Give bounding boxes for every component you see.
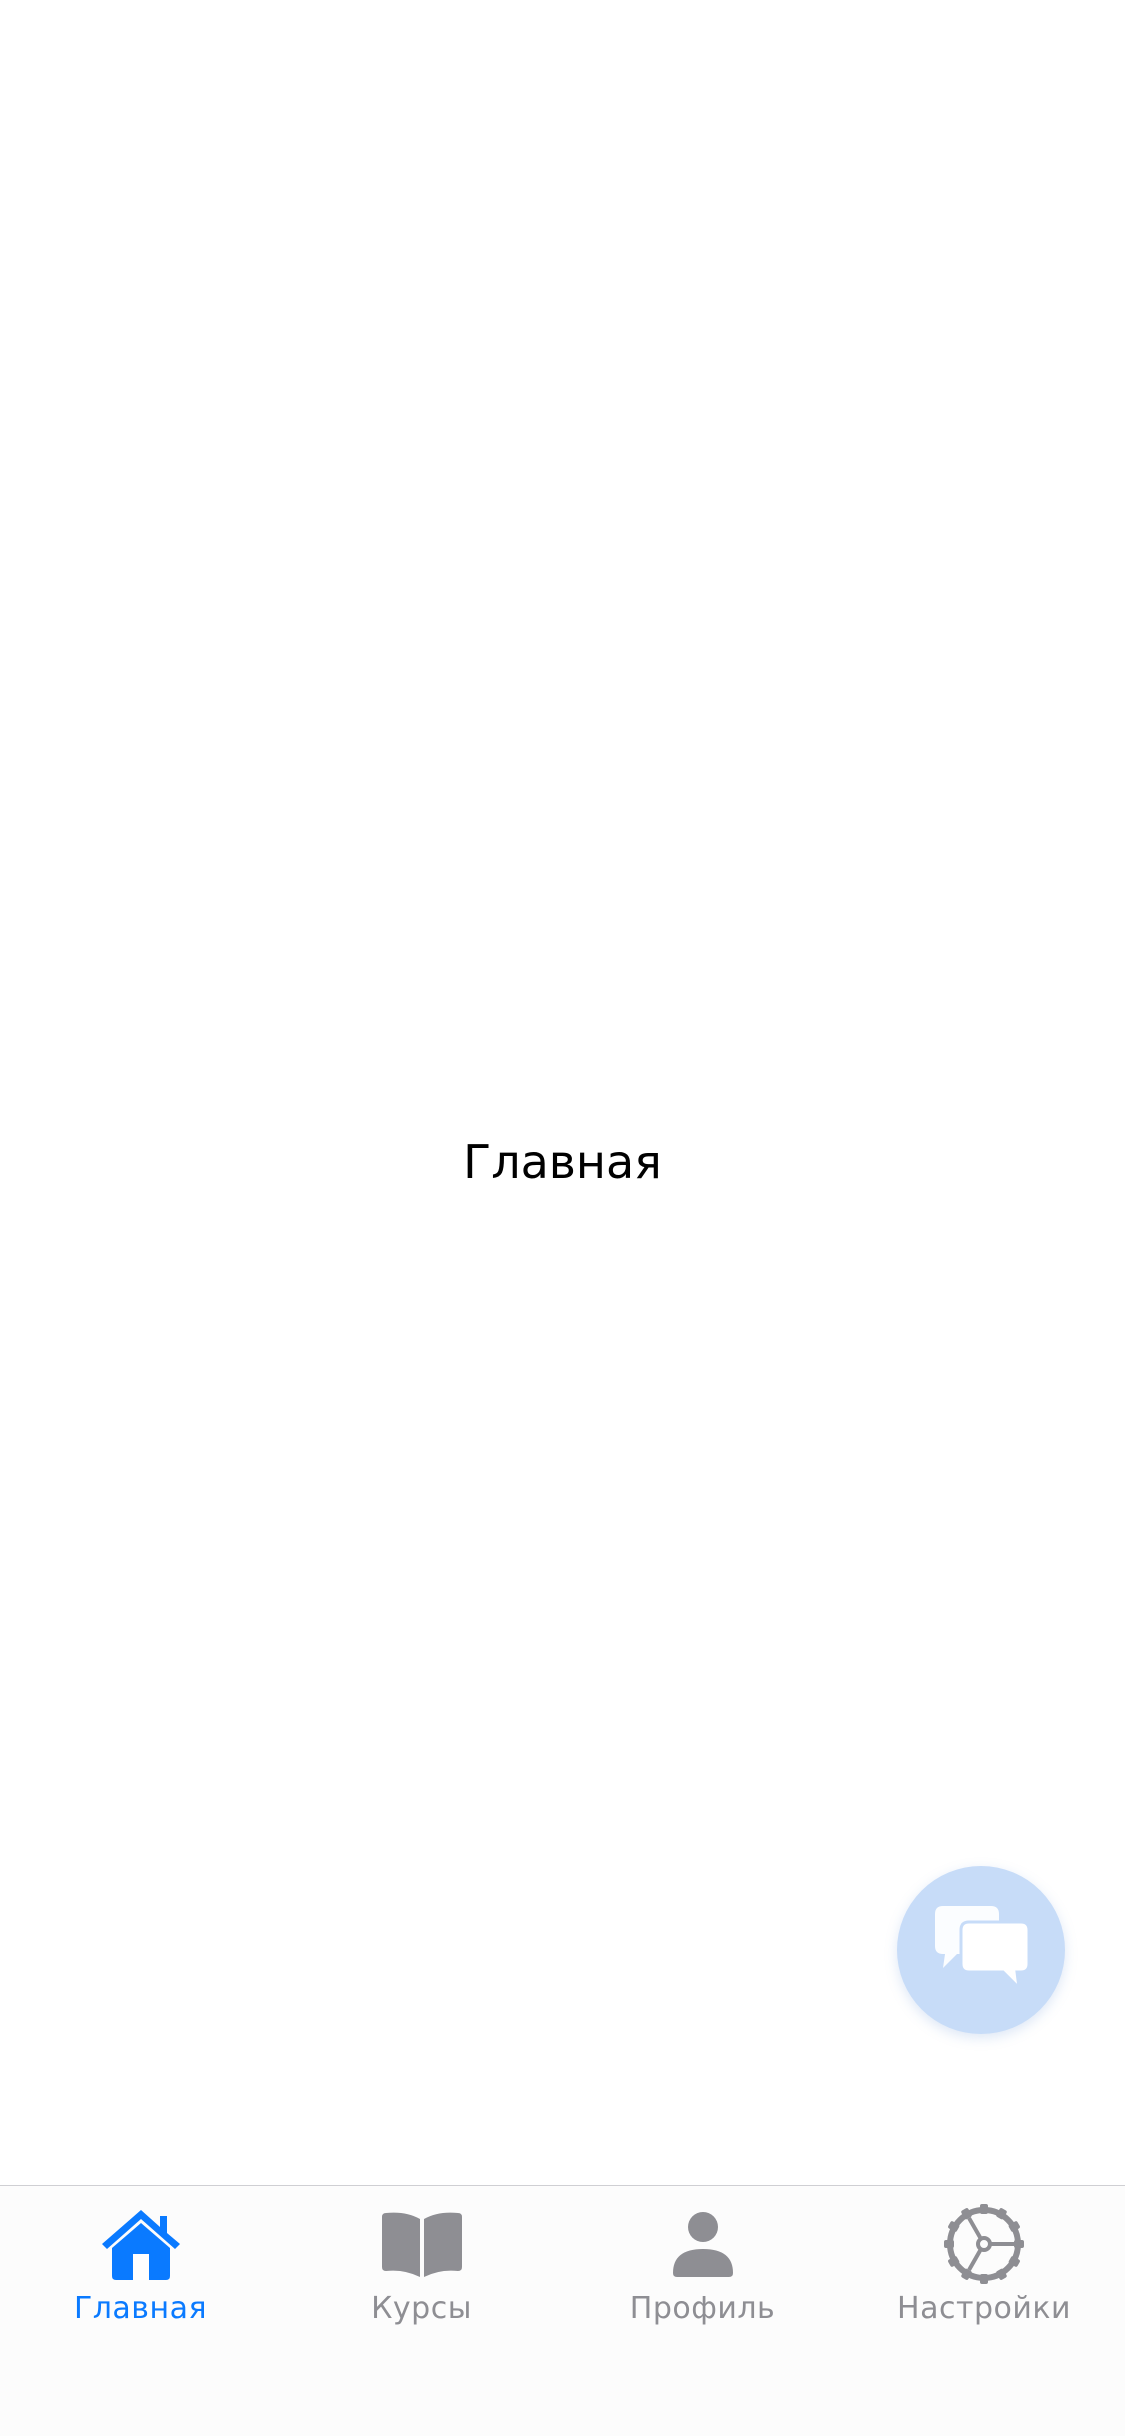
tab-home-label: Главная <box>73 2291 208 2326</box>
tab-profile[interactable]: Профиль <box>562 2186 843 2346</box>
book-icon <box>377 2204 467 2284</box>
tab-profile-label: Профиль <box>629 2291 776 2326</box>
tab-bar: Главная Курсы Профиль Настройки <box>0 2185 1125 2436</box>
tab-courses[interactable]: Курсы <box>281 2186 562 2346</box>
page-title: Главная <box>463 1135 662 1189</box>
home-screen: Главная Главная Курсы Профиль Настройки <box>0 0 1125 2436</box>
gear-icon <box>939 2204 1029 2284</box>
person-icon <box>658 2204 748 2284</box>
tab-settings[interactable]: Настройки <box>843 2186 1125 2346</box>
chat-bubbles-icon <box>927 1902 1035 1998</box>
house-icon <box>96 2204 186 2284</box>
tab-settings-label: Настройки <box>897 2291 1071 2326</box>
chat-button[interactable] <box>897 1866 1065 2034</box>
tab-home[interactable]: Главная <box>0 2186 281 2346</box>
tab-courses-label: Курсы <box>371 2291 472 2326</box>
